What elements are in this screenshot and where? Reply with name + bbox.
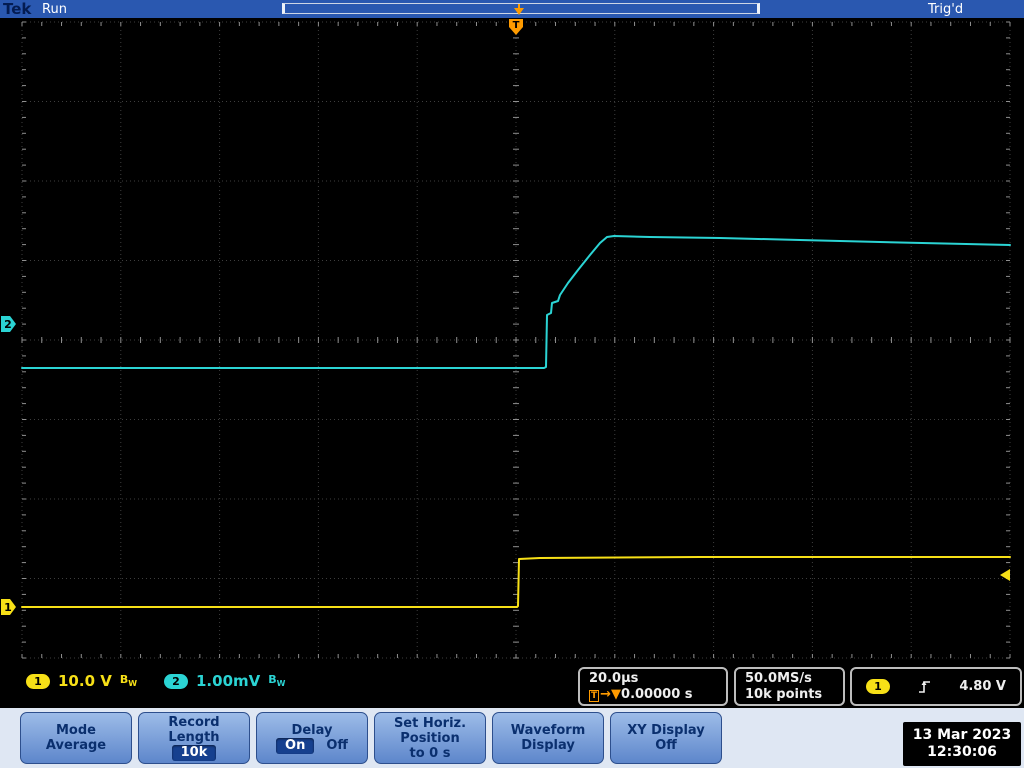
trigger-position-arrow-icon — [514, 8, 524, 15]
set-horiz-position-button[interactable]: Set Horiz. Position to 0 s — [374, 712, 486, 764]
trigger-status: Trig'd — [928, 2, 964, 17]
trigger-readout: 1 4.80 V — [850, 667, 1022, 706]
ch2-badge: 2 — [164, 673, 188, 689]
set-horiz-label-1: Set Horiz. — [393, 715, 467, 731]
mode-button[interactable]: Mode Average — [20, 712, 132, 764]
tek-logo: Tek — [3, 0, 32, 18]
time-value: 12:30:06 — [927, 744, 997, 760]
menu-bar: Mode Average Record Length 10k Delay On … — [0, 708, 1024, 768]
xy-display-button[interactable]: XY Display Off — [610, 712, 722, 764]
ch1-readout: 1 10.0 V BW — [26, 672, 137, 690]
trigger-arrow-icon: →▼ — [600, 686, 622, 702]
ch1-bandwidth-icon: BW — [119, 673, 138, 689]
top-bar: Tek Run Trig'd — [0, 0, 1024, 18]
record-view-bar — [282, 3, 760, 15]
trigger-position-readout: T →▼0.00000 s — [589, 687, 717, 703]
trigger-position-indicator — [514, 4, 524, 15]
delay-button-label: Delay — [291, 722, 333, 738]
set-horiz-label-3: to 0 s — [409, 745, 451, 761]
trigger-level-marker — [1000, 569, 1010, 581]
record-length-button[interactable]: Record Length 10k — [138, 712, 250, 764]
channel-2-reference-marker-label: 2 — [4, 318, 12, 331]
waveform-display-label-2: Display — [521, 738, 575, 753]
scope-display: 2 1 T — [1, 19, 1011, 659]
record-length-label-2: Length — [168, 730, 220, 745]
record-points: 10k points — [745, 686, 823, 702]
record-length-value: 10k — [171, 745, 217, 761]
rising-edge-icon — [918, 680, 930, 693]
set-horiz-label-2: Position — [400, 730, 460, 746]
date-value: 13 Mar 2023 — [912, 727, 1012, 743]
trigger-position-value: 0.00000 s — [621, 686, 693, 702]
channel-1-reference-marker-label: 1 — [4, 601, 12, 614]
record-length-label-1: Record — [168, 715, 220, 730]
trigger-level-value: 4.80 V — [959, 678, 1006, 694]
waveform-display-button[interactable]: Waveform Display — [492, 712, 604, 764]
status-bar: 1 10.0 V BW 2 1.00mV BW 20.0µs T →▼0.0000… — [0, 666, 1024, 708]
mode-button-value: Average — [45, 738, 107, 753]
xy-display-label: XY Display — [627, 723, 705, 738]
xy-display-value: Off — [655, 738, 677, 753]
ch2-readout: 2 1.00mV BW — [164, 672, 285, 690]
acquisition-status: Run — [42, 2, 67, 17]
mode-button-label: Mode — [56, 723, 96, 738]
ch2-scale: 1.00mV — [196, 672, 261, 690]
ch1-scale: 10.0 V — [58, 672, 112, 690]
oscilloscope-screen: Tek Run Trig'd 2 1 T 1 10.0 V BW 2 1.00mV … — [0, 0, 1024, 768]
trigger-t-icon: T — [589, 689, 600, 702]
sample-rate: 50.0MS/s — [745, 670, 812, 686]
delay-off-option[interactable]: Off — [326, 738, 348, 753]
timebase-readout: 20.0µs T →▼0.00000 s — [578, 667, 728, 706]
ch1-badge: 1 — [26, 673, 50, 689]
datetime-display: 13 Mar 2023 12:30:06 — [903, 722, 1021, 766]
delay-on-option[interactable]: On — [276, 737, 315, 754]
waveform-display-label-1: Waveform — [510, 723, 586, 738]
acquisition-readout: 50.0MS/s 10k points — [734, 667, 845, 706]
ch2-bandwidth-icon: BW — [268, 673, 286, 689]
trigger-source-badge: 1 — [866, 679, 890, 694]
timebase-scale: 20.0µs — [589, 670, 639, 686]
delay-toggle: On Off — [276, 737, 348, 754]
trigger-position-marker-label: T — [513, 20, 520, 31]
delay-button[interactable]: Delay On Off — [256, 712, 368, 764]
